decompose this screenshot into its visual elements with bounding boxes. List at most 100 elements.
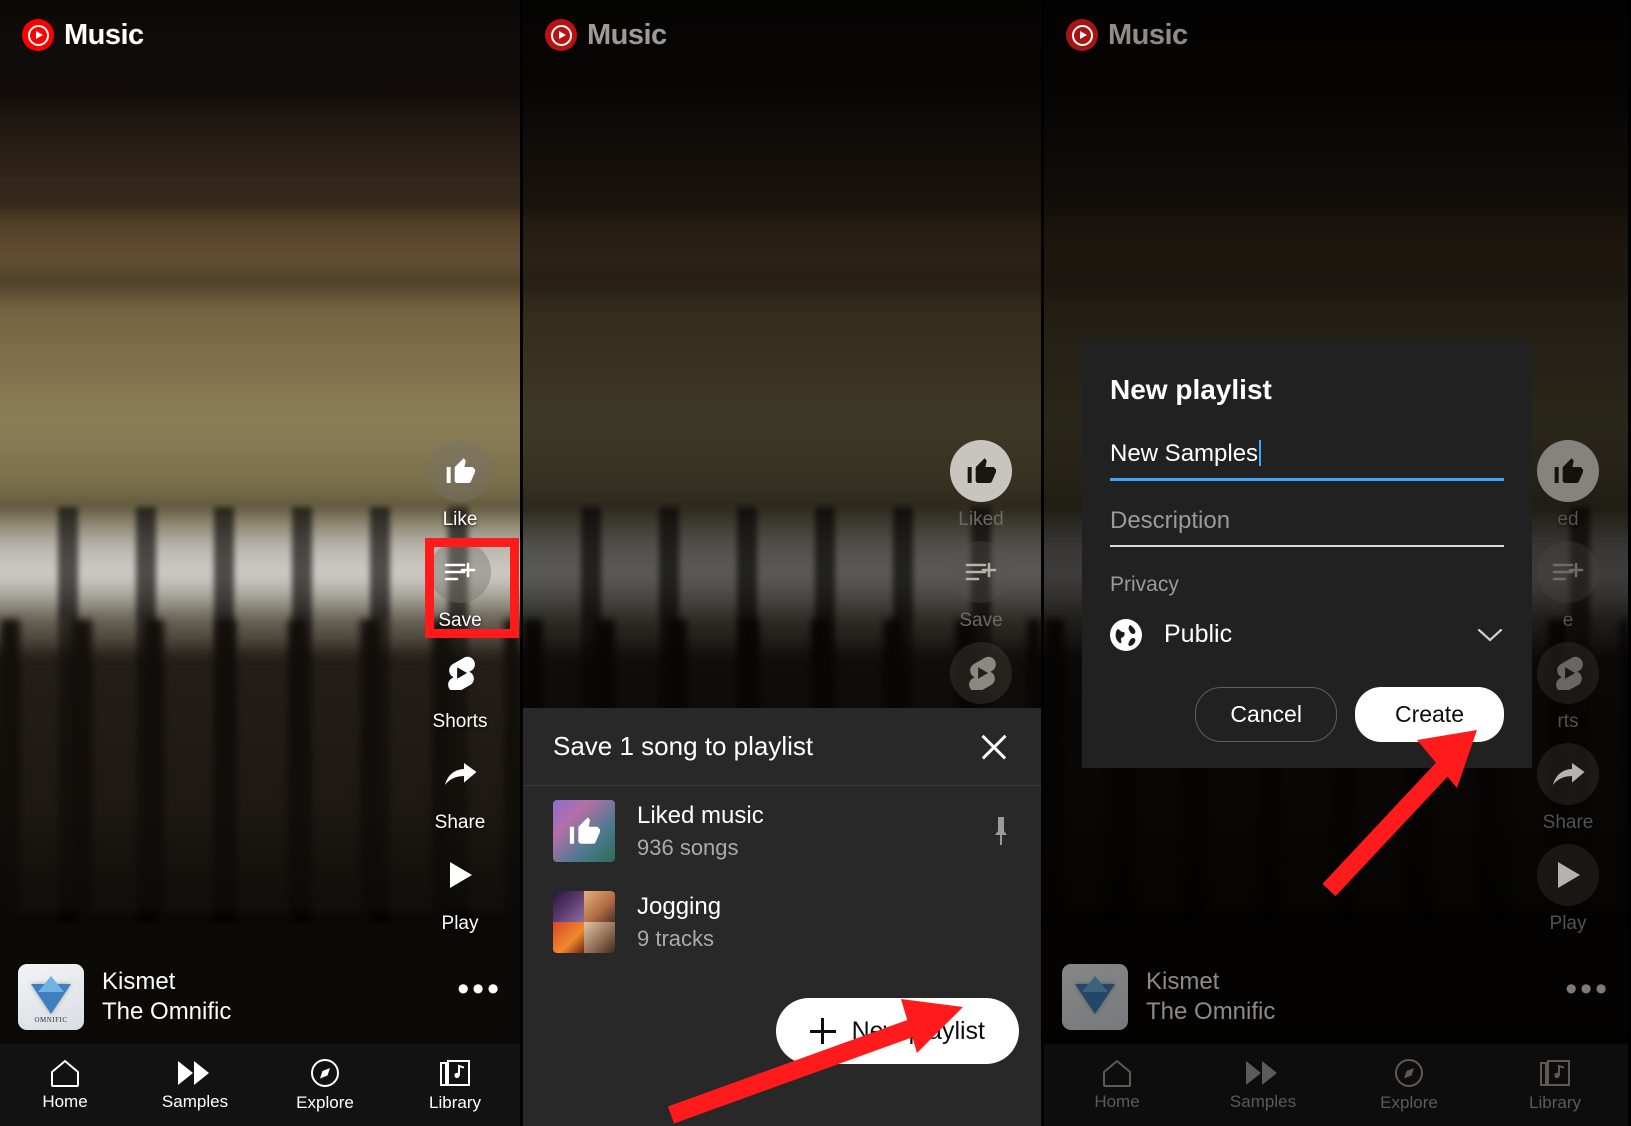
play-button[interactable]: Play (1537, 844, 1599, 935)
shorts-button[interactable]: Shorts (429, 642, 491, 733)
share-button[interactable]: Share (429, 743, 491, 834)
dialog-actions: Cancel Create (1110, 686, 1504, 742)
bottom-nav: Home Samples Explore Library (1044, 1044, 1628, 1126)
new-playlist-label: New playlist (851, 1016, 985, 1045)
nav-item-home[interactable]: Home (0, 1044, 130, 1126)
app-header: Music (523, 0, 1041, 70)
liked-label: ed (1557, 509, 1579, 530)
new-playlist-dialog: New playlist New Samples Description Pri… (1082, 340, 1532, 768)
share-arrow-icon (1537, 743, 1599, 805)
save-to-playlist-icon (1537, 541, 1599, 603)
playlist-name-field[interactable]: New Samples (1110, 440, 1504, 481)
nav-label-home: Home (42, 1092, 88, 1111)
like-button[interactable]: Like (429, 440, 491, 531)
new-playlist-button[interactable]: New playlist (775, 998, 1019, 1064)
nav-label-explore: Explore (296, 1093, 354, 1112)
description-field-underline (1110, 545, 1504, 547)
play-button[interactable]: Play (429, 844, 491, 935)
mini-player[interactable]: OMNIFIC Kismet The Omnific ••• (0, 949, 520, 1044)
playlist-count: 936 songs (637, 835, 739, 861)
nav-label-library: Library (1529, 1093, 1581, 1112)
action-rail: Like Save Shorts Share Play (412, 440, 508, 945)
thumbs-up-icon (429, 440, 491, 502)
app-title: Music (1108, 18, 1188, 51)
shorts-icon (429, 642, 491, 704)
panel-new-playlist-dialog: Music ed e rts Share Play Kismet The Omn… (1041, 0, 1628, 1126)
nav-item-explore[interactable]: Explore (1336, 1044, 1482, 1126)
bottom-nav: Home Samples Explore Library (0, 1044, 520, 1126)
liked-label: Liked (958, 509, 1004, 530)
nav-label-samples: Samples (1229, 1092, 1297, 1111)
nav-label-home: Home (1094, 1092, 1140, 1111)
globe-icon (1110, 618, 1142, 651)
cancel-button[interactable]: Cancel (1195, 686, 1337, 742)
app-title: Music (587, 18, 667, 51)
action-rail: Liked Save (933, 440, 1029, 721)
play-label: Play (1549, 913, 1587, 934)
artwork-caption: OMNIFIC (34, 1015, 68, 1024)
more-horizontal-icon[interactable]: ••• (1565, 970, 1610, 1023)
plus-icon (809, 1018, 836, 1044)
track-artist: The Omnific (1146, 997, 1276, 1025)
pin-icon[interactable] (991, 816, 1011, 846)
liked-music-thumb (553, 800, 615, 863)
chevron-down-icon[interactable] (1476, 626, 1504, 644)
save-label: Save (959, 610, 1003, 631)
track-title: Kismet (102, 967, 176, 995)
save-label: e (1562, 610, 1574, 631)
save-button[interactable]: Save (950, 541, 1012, 632)
create-button[interactable]: Create (1354, 686, 1504, 742)
mini-player[interactable]: Kismet The Omnific ••• (1044, 949, 1628, 1044)
more-horizontal-icon[interactable]: ••• (457, 970, 502, 1023)
save-highlight-box (425, 538, 519, 638)
nav-item-samples[interactable]: Samples (1190, 1044, 1336, 1126)
sheet-header: Save 1 song to playlist (523, 708, 1041, 786)
thumbs-up-filled-icon (1537, 440, 1599, 502)
save-to-playlist-sheet: Save 1 song to playlist Liked music 936 … (523, 708, 1041, 1126)
nav-label-samples: Samples (161, 1092, 229, 1111)
dialog-title: New playlist (1110, 374, 1272, 405)
save-to-playlist-icon (950, 541, 1012, 603)
nav-label-explore: Explore (1380, 1093, 1438, 1112)
action-rail: ed e rts Share Play (1520, 440, 1616, 945)
playlist-count: 9 tracks (637, 925, 715, 951)
nav-item-samples[interactable]: Samples (130, 1044, 260, 1126)
list-item[interactable]: Liked music 936 songs (523, 786, 1041, 877)
shorts-icon (1537, 642, 1599, 704)
description-field[interactable]: Description (1110, 507, 1504, 547)
like-button[interactable]: ed (1537, 440, 1599, 531)
share-arrow-icon (429, 743, 491, 805)
privacy-selector[interactable]: Public (1110, 618, 1504, 651)
panel-player-screen: Music Like Save Shorts Share Play OMNIFI… (0, 0, 520, 1126)
playlist-name: Jogging (637, 892, 722, 920)
play-triangle-icon (1537, 844, 1599, 906)
nav-item-library[interactable]: Library (1482, 1044, 1628, 1126)
name-field-underline (1110, 478, 1504, 481)
text-caret (1259, 440, 1262, 466)
close-icon[interactable] (977, 730, 1011, 764)
privacy-label: Privacy (1110, 572, 1179, 596)
nav-item-explore[interactable]: Explore (260, 1044, 390, 1126)
like-label: Like (442, 509, 478, 530)
youtube-music-logo-icon (545, 19, 577, 51)
track-artist: The Omnific (102, 997, 232, 1025)
app-header: Music (1044, 0, 1628, 70)
sheet-title: Save 1 song to playlist (553, 731, 814, 761)
save-button[interactable]: e (1537, 541, 1599, 632)
shorts-label: rts (1557, 711, 1579, 732)
nav-item-home[interactable]: Home (1044, 1044, 1190, 1126)
list-item[interactable]: Jogging 9 tracks (523, 877, 1041, 968)
shorts-label: Shorts (432, 711, 488, 732)
like-button[interactable]: Liked (950, 440, 1012, 531)
app-title: Music (64, 18, 144, 51)
playlist-name: Liked music (637, 802, 764, 829)
share-button[interactable]: Share (1537, 743, 1599, 834)
nav-item-library[interactable]: Library (390, 1044, 520, 1126)
shorts-icon (950, 642, 1012, 704)
share-label: Share (434, 812, 486, 833)
shorts-button[interactable]: rts (1537, 642, 1599, 733)
jogging-collage-thumb (553, 891, 615, 954)
album-artwork (1062, 963, 1128, 1030)
app-header: Music (0, 0, 520, 70)
shorts-button[interactable] (950, 642, 1012, 711)
